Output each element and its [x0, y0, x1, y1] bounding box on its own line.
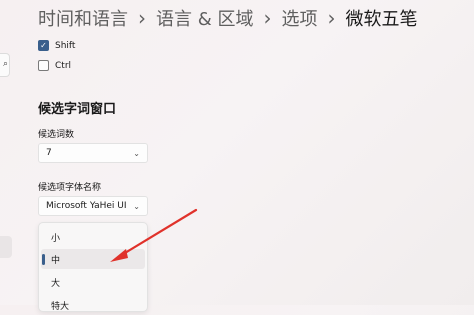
section-title-candidate-window: 候选字词窗口: [38, 102, 117, 117]
page-title: 微软五笔: [345, 9, 418, 30]
search-icon: ⌕: [2, 59, 8, 69]
breadcrumb-time-language[interactable]: 时间和语言: [38, 5, 128, 31]
sidebar-search-box[interactable]: ⌕: [0, 53, 10, 77]
chevron-right-icon: ›: [138, 6, 146, 30]
checkmark-icon[interactable]: ✓: [38, 40, 49, 51]
breadcrumb-options[interactable]: 选项: [281, 5, 317, 31]
font-size-dropdown: 小 中 大 特大: [38, 222, 148, 312]
dropdown-option-extra-large[interactable]: 特大: [41, 295, 145, 315]
dropdown-option-large[interactable]: 大: [41, 272, 145, 292]
checkbox-box[interactable]: [38, 60, 49, 71]
sidebar-selected-item[interactable]: [0, 236, 12, 258]
chevron-right-icon: ›: [263, 6, 272, 30]
candidate-font-select[interactable]: Microsoft YaHei UI ⌄: [38, 196, 148, 216]
breadcrumb: 时间和语言 › 语言 & 区域 › 选项 › 微软五笔: [38, 4, 417, 32]
candidate-count-select[interactable]: 7 ⌄: [38, 143, 148, 163]
dropdown-option-small[interactable]: 小: [41, 227, 145, 247]
checkbox-shift[interactable]: ✓ Shift: [38, 40, 75, 51]
checkbox-ctrl-label: Ctrl: [55, 60, 72, 71]
candidate-count-value: 7: [46, 148, 52, 158]
checkbox-shift-label: Shift: [55, 40, 76, 51]
dropdown-option-medium[interactable]: 中: [41, 249, 145, 269]
chevron-down-icon: ⌄: [133, 148, 140, 158]
chevron-right-icon: ›: [327, 6, 336, 30]
candidate-count-label: 候选词数: [38, 130, 75, 140]
checkbox-ctrl[interactable]: Ctrl: [38, 60, 71, 71]
candidate-font-label: 候选项字体名称: [38, 183, 102, 193]
breadcrumb-language-region[interactable]: 语言 & 区域: [156, 5, 253, 31]
candidate-font-value: Microsoft YaHei UI: [46, 201, 127, 211]
chevron-down-icon: ⌄: [133, 201, 140, 211]
